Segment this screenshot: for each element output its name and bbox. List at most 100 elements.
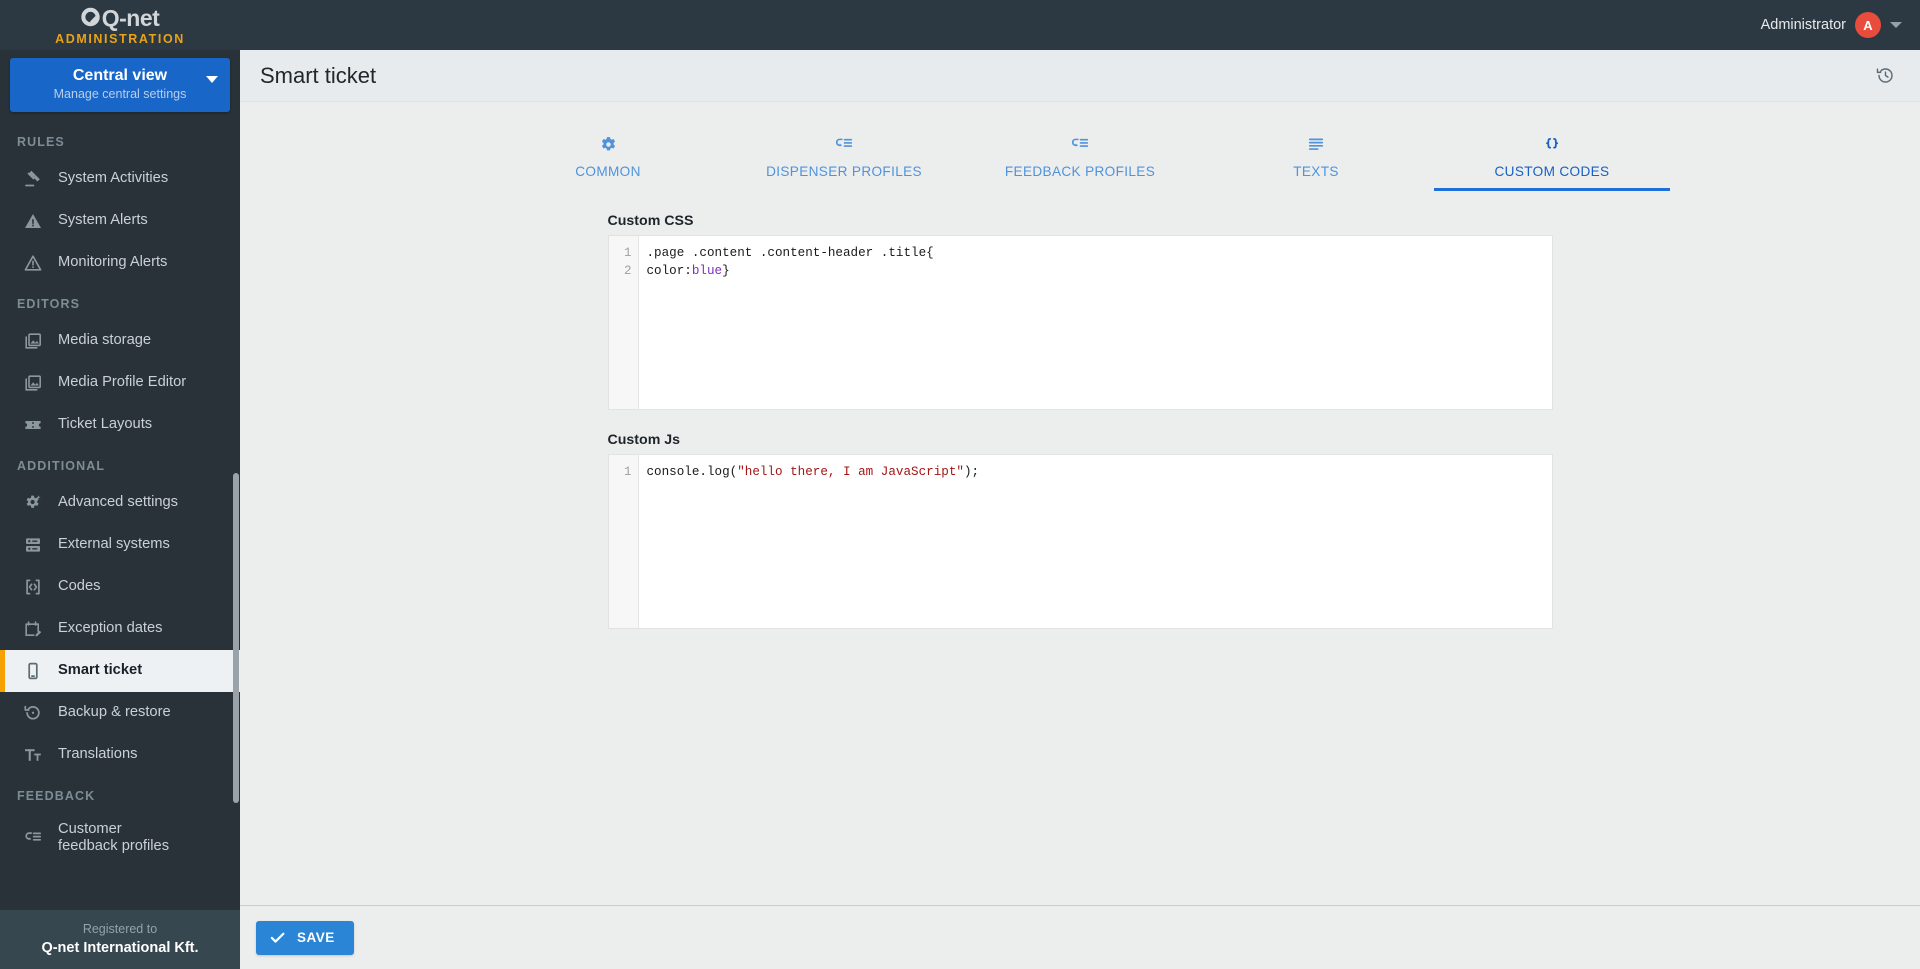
custom-js-block: Custom Js 1 console.log("hello there, I … [607, 432, 1553, 629]
sidebar-item-media-storage[interactable]: Media storage [0, 320, 240, 362]
sidebar-item-ticket-layouts[interactable]: Ticket Layouts [0, 404, 240, 446]
feedback-list-icon [22, 827, 44, 849]
code-token: ); [963, 465, 980, 479]
tab-label: TEXTS [1293, 164, 1339, 179]
central-view-title: Central view [72, 67, 168, 84]
curly-braces-icon [1542, 132, 1562, 156]
sidebar-scrollbar[interactable] [233, 50, 240, 910]
sidebar-item-translations[interactable]: Translations [0, 734, 240, 776]
calendar-edit-icon [22, 618, 44, 640]
sidebar-section-feedback-label: FEEDBACK [17, 788, 96, 803]
sidebar-item-advanced-settings[interactable]: Advanced settings [0, 482, 240, 524]
sidebar-item-codes[interactable]: Codes [0, 566, 240, 608]
gear-sparkle-icon [22, 492, 44, 514]
caret-down-icon [206, 76, 218, 83]
sidebar-scrollbar-thumb[interactable] [233, 473, 239, 803]
user-name-label: Administrator [1760, 17, 1846, 33]
sidebar-item-smart-ticket[interactable]: Smart ticket [0, 649, 240, 692]
sidebar-footer: Registered to Q-net International Kft. [0, 909, 240, 969]
code-token: color: [646, 263, 692, 278]
warning-filled-icon [22, 210, 44, 232]
line-number: 1 [623, 465, 632, 479]
sidebar-scroll-area: Central view Manage central settings RUL… [0, 50, 240, 910]
custom-css-editor[interactable]: 12 .page .content .content-header .title… [607, 235, 1553, 410]
sidebar-item-label: Codes [58, 578, 101, 595]
sidebar-item-label: Media Profile Editor [58, 374, 187, 391]
registered-to-label: Registered to [82, 921, 158, 936]
sidebar-item-external-systems[interactable]: External systems [0, 524, 240, 566]
save-button-label: SAVE [297, 930, 335, 945]
sidebar-item-label: Ticket Layouts [58, 416, 153, 433]
qnet-logo: Q-net [81, 4, 160, 31]
image-stack-icon [22, 330, 44, 352]
sidebar-item-system-alerts[interactable]: System Alerts [0, 200, 240, 242]
code-line: color:blue} [647, 263, 1552, 281]
main-content: Smart ticket COMMON DISPENSER PROFILES F… [240, 50, 1920, 969]
custom-js-editor[interactable]: 1 console.log("hello there, I am JavaScr… [607, 454, 1553, 629]
sidebar-item-label: Smart ticket [58, 662, 143, 679]
tab-label: CUSTOM CODES [1494, 164, 1610, 179]
save-button[interactable]: SAVE [256, 920, 354, 955]
line-number: 2 [623, 263, 632, 278]
sidebar-item-label: Backup & restore [58, 704, 171, 721]
tab-custom-codes[interactable]: CUSTOM CODES [1434, 124, 1670, 191]
code-brackets-icon [22, 576, 44, 598]
restore-icon [22, 702, 44, 724]
feedback-list-icon [834, 132, 855, 156]
sidebar-item-label: System Activities [58, 170, 169, 187]
content-header: Smart ticket [240, 50, 1920, 102]
sidebar-item-label: External systems [58, 536, 170, 553]
sidebar-section-rules-label: RULES [17, 134, 65, 149]
sidebar-item-exception-dates[interactable]: Exception dates [0, 608, 240, 650]
code-token: .page .content .content-header .title{ [646, 246, 934, 260]
history-clock-icon[interactable] [1868, 59, 1902, 93]
sidebar-item-monitoring-alerts[interactable]: Monitoring Alerts [0, 242, 240, 284]
sidebar-item-backup-restore[interactable]: Backup & restore [0, 692, 240, 734]
mobile-phone-icon [22, 660, 44, 682]
save-bar: SAVE [240, 905, 1920, 969]
q-glyph-icon [81, 8, 100, 27]
ticket-icon [22, 414, 44, 436]
tab-texts[interactable]: TEXTS [1198, 124, 1434, 191]
image-stack-icon [22, 372, 44, 394]
gavel-icon [22, 168, 44, 190]
checkmark-icon [269, 929, 286, 946]
central-view-subtitle: Manage central settings [53, 87, 187, 102]
sidebar-item-label: Media storage [58, 332, 152, 349]
code-token: "hello there, I am JavaScript" [737, 465, 964, 479]
avatar: A [1855, 12, 1881, 38]
sidebar-item-media-profile-editor[interactable]: Media Profile Editor [0, 362, 240, 404]
tab-dispenser-profiles[interactable]: DISPENSER PROFILES [726, 124, 962, 191]
brand-logo-block: Q-net ADMINISTRATION [0, 0, 240, 50]
tab-feedback-profiles[interactable]: FEEDBACK PROFILES [962, 124, 1198, 191]
custom-css-gutter: 12 [608, 236, 639, 409]
tab-label: FEEDBACK PROFILES [1004, 164, 1156, 179]
sidebar: Central view Manage central settings RUL… [0, 50, 240, 969]
registered-company-name: Q-net International Kft. [41, 940, 199, 956]
gear-icon [599, 132, 618, 156]
sidebar-item-system-activities[interactable]: System Activities [0, 158, 240, 200]
sidebar-item-customer-feedback-profiles[interactable]: Customer feedback profiles [0, 812, 240, 864]
feedback-list-icon [1070, 132, 1091, 156]
user-menu[interactable]: Administrator A [1761, 0, 1920, 50]
code-token: console.log( [646, 465, 738, 479]
logo-subtitle: ADMINISTRATION [55, 31, 185, 46]
caret-down-icon [1890, 22, 1902, 28]
custom-js-gutter: 1 [608, 455, 639, 628]
page-title: Smart ticket [260, 62, 377, 88]
tab-label: DISPENSER PROFILES [766, 164, 922, 179]
code-token: blue [691, 263, 723, 278]
custom-js-code[interactable]: console.log("hello there, I am JavaScrip… [638, 455, 1552, 628]
custom-css-block: Custom CSS 12 .page .content .content-he… [607, 213, 1553, 410]
custom-css-code[interactable]: .page .content .content-header .title{ co… [638, 236, 1552, 409]
central-view-selector[interactable]: Central view Manage central settings [10, 58, 230, 112]
custom-js-label: Custom Js [607, 432, 681, 448]
sidebar-item-label: Translations [58, 746, 138, 763]
sidebar-section-editors-label: EDITORS [17, 296, 81, 311]
view-selector-wrap: Central view Manage central settings [0, 50, 240, 122]
logo-text: Q-net [101, 4, 160, 31]
tab-common[interactable]: COMMON [490, 124, 726, 191]
code-line: console.log("hello there, I am JavaScrip… [647, 464, 1552, 482]
custom-css-label: Custom CSS [607, 213, 694, 229]
content-inner: COMMON DISPENSER PROFILES FEEDBACK PROFI… [240, 102, 1920, 659]
